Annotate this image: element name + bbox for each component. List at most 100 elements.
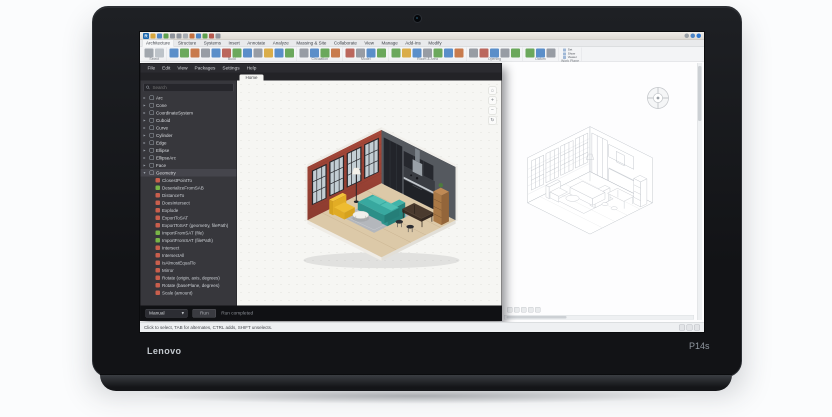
ribbon-tool-icon[interactable] — [433, 48, 443, 58]
ribbon-tab-add-ins[interactable]: Add-Ins — [402, 40, 425, 47]
library-node-importfromsat-file[interactable]: ImportFromSAT (file) — [141, 229, 237, 237]
library-node-intersectall[interactable]: IntersectAll — [141, 252, 237, 260]
horizontal-scrollbar[interactable] — [504, 315, 694, 320]
ribbon-tab-collaborate[interactable]: Collaborate — [330, 40, 360, 47]
library-node-exporttosat-geometry-filepath[interactable]: ExportToSAT (geometry, filePath) — [141, 222, 237, 230]
thin-lines-icon[interactable] — [215, 33, 221, 39]
ribbon-tab-annotate[interactable]: Annotate — [244, 40, 269, 47]
visual-style-control[interactable] — [521, 307, 527, 313]
menu-packages[interactable]: Packages — [192, 65, 219, 71]
library-category-cylinder[interactable]: ▸ Cylinder — [141, 132, 237, 140]
steering-wheel[interactable] — [644, 84, 672, 112]
ribbon-tool-icon[interactable] — [243, 48, 252, 58]
ribbon-tool-icon[interactable] — [391, 48, 401, 58]
scale-control[interactable] — [507, 307, 513, 313]
ribbon-tool-icon[interactable] — [299, 48, 309, 58]
ribbon-tool-icon[interactable] — [469, 48, 478, 58]
library-node-explode[interactable]: Explode — [141, 207, 237, 215]
menu-help[interactable]: Help — [244, 65, 260, 71]
ribbon-tab-architecture[interactable]: Architecture — [142, 39, 175, 47]
ribbon-tool-icon[interactable] — [180, 48, 189, 58]
sun-path-control[interactable] — [528, 307, 534, 313]
ribbon-tool-icon[interactable] — [232, 48, 242, 58]
ribbon-tool-icon[interactable] — [331, 48, 340, 58]
ribbon-tool-icon[interactable] — [490, 48, 499, 58]
ribbon-tool-icon[interactable] — [536, 48, 545, 58]
library-category-geometry[interactable]: ▾ Geometry — [140, 169, 237, 177]
zoom-fit-button[interactable]: ⌂ — [488, 86, 497, 95]
ribbon-tab-analyze[interactable]: Analyze — [269, 40, 292, 47]
library-category-ellipsearc[interactable]: ▸ EllipseArc — [141, 154, 237, 162]
menu-view[interactable]: View — [174, 65, 190, 71]
section-icon[interactable] — [209, 33, 214, 39]
info-center-icon[interactable] — [690, 33, 695, 38]
ribbon-tab-insert[interactable]: Insert — [225, 40, 243, 47]
library-node-exporttosat[interactable]: ExportToSAT — [141, 214, 237, 222]
ribbon-tab-massing-site[interactable]: Massing & Site — [293, 40, 330, 47]
undo-icon[interactable] — [170, 33, 175, 39]
ribbon-tool-icon[interactable] — [356, 48, 365, 58]
ribbon-tab-modify[interactable]: Modify — [425, 40, 445, 47]
library-node-rotate-baseplane-degrees[interactable]: Rotate (basePlane, degrees) — [141, 282, 237, 290]
worksets-icon[interactable] — [679, 324, 685, 331]
ribbon-tool-icon[interactable] — [444, 48, 453, 58]
library-node-rotate-origin-axis-degrees[interactable]: Rotate (origin, axis, degrees) — [141, 274, 237, 282]
tag-icon[interactable] — [196, 33, 201, 39]
library-category-face[interactable]: ▸ Face — [141, 162, 237, 170]
library-category-arc[interactable]: ▸ Arc — [141, 94, 237, 102]
ribbon-tool-icon[interactable] — [546, 48, 556, 58]
library-category-coordinatesystem[interactable]: ▸ CoordinateSystem — [141, 109, 237, 117]
ribbon-tool-icon[interactable] — [412, 48, 422, 58]
library-category-ellipse[interactable]: ▸ Ellipse — [141, 147, 237, 155]
print-icon[interactable] — [183, 33, 188, 39]
ribbon-tool-icon[interactable] — [190, 48, 200, 58]
open-icon[interactable] — [150, 33, 156, 39]
library-category-edge[interactable]: ▸ Edge — [141, 139, 237, 147]
zoom-in-button[interactable]: + — [488, 96, 497, 105]
menu-edit[interactable]: Edit — [159, 65, 173, 71]
ribbon-tool-icon[interactable] — [144, 48, 154, 58]
ribbon-tool-icon[interactable] — [366, 48, 376, 58]
library-search[interactable] — [143, 83, 234, 92]
ribbon-tool-icon[interactable] — [320, 48, 330, 58]
run-mode-select[interactable]: Manual ▾ — [145, 308, 188, 318]
library-category-cone[interactable]: ▸ Cone — [141, 102, 237, 110]
search-icon[interactable] — [684, 33, 689, 38]
library-node-scale-amount[interactable]: Scale (amount) — [141, 289, 237, 297]
design-options-icon[interactable] — [686, 324, 693, 331]
ribbon-tool-icon[interactable] — [345, 48, 355, 58]
library-node-mirror[interactable]: Mirror — [141, 267, 237, 275]
ribbon-tool-icon[interactable] — [377, 48, 386, 58]
measure-icon[interactable] — [189, 33, 195, 39]
library-node-distanceto[interactable]: DistanceTo — [141, 192, 237, 200]
orbit-button[interactable]: ↻ — [488, 116, 497, 125]
ribbon-tool-icon[interactable] — [525, 48, 535, 58]
ribbon-tool-icon[interactable] — [479, 48, 489, 58]
ribbon-tab-structure[interactable]: Structure — [175, 40, 200, 47]
ribbon-tool-icon[interactable] — [253, 48, 263, 58]
revit-3d-wireframe-view[interactable] — [515, 112, 665, 262]
ribbon-tab-view[interactable]: View — [361, 40, 378, 47]
horizontal-scrollbar-thumb[interactable] — [506, 316, 567, 319]
ribbon-tool-icon[interactable] — [201, 48, 210, 58]
shadows-control[interactable] — [535, 307, 541, 313]
run-button[interactable]: Run — [192, 308, 217, 318]
zoom-out-button[interactable]: − — [488, 106, 497, 115]
library-node-isalmostequalto[interactable]: IsAlmostEqualTo — [141, 259, 237, 267]
library-node-deserializefromsab[interactable]: DeserializeFromSAB — [141, 184, 237, 192]
redo-icon[interactable] — [176, 33, 182, 39]
library-category-cuboid[interactable]: ▸ Cuboid — [141, 117, 237, 125]
ribbon-tool-icon[interactable] — [274, 48, 284, 58]
ribbon-tool-icon[interactable] — [511, 48, 520, 58]
menu-settings[interactable]: Settings — [219, 65, 242, 71]
ribbon-tool-icon[interactable] — [285, 48, 294, 58]
vertical-scrollbar-thumb[interactable] — [698, 66, 702, 121]
dynamo-canvas[interactable]: ⌂ + − ↻ — [237, 80, 502, 306]
ribbon-tool-icon[interactable] — [454, 48, 464, 58]
dynamo-window[interactable]: File Edit View Packages Settings Help Home — [140, 63, 502, 321]
filter-icon[interactable] — [694, 324, 700, 331]
show-button[interactable]: Show — [563, 52, 577, 56]
ribbon-tab-manage[interactable]: Manage — [378, 40, 401, 47]
set-button[interactable]: Set — [563, 49, 577, 52]
detail-level-control[interactable] — [514, 307, 520, 313]
